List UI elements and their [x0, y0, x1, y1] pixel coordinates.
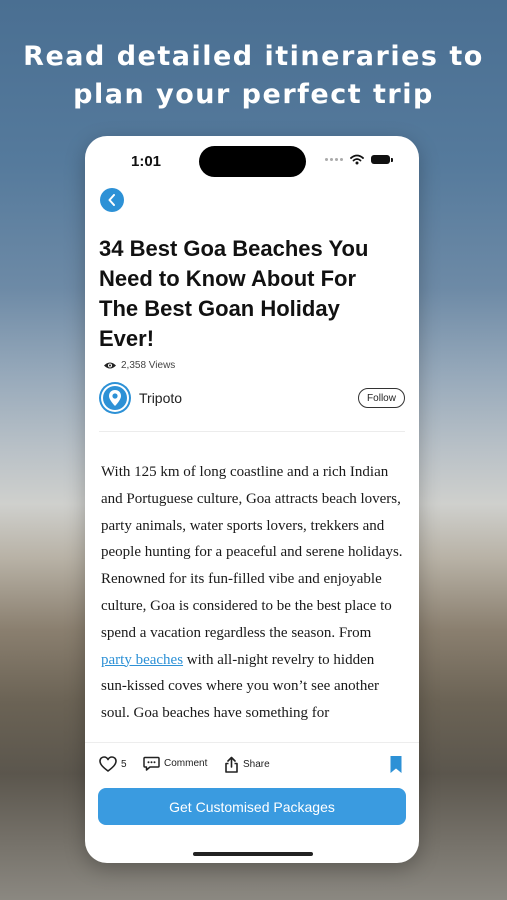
author-name[interactable]: Tripoto: [139, 390, 182, 406]
body-text-part-1: With 125 km of long coastline and a rich…: [101, 464, 403, 641]
comment-button[interactable]: Comment: [143, 756, 207, 771]
views-label: 2,358 Views: [121, 360, 176, 371]
party-beaches-link[interactable]: party beaches: [101, 652, 183, 668]
battery-icon: [371, 155, 393, 164]
home-indicator: [193, 852, 313, 856]
get-customised-packages-button[interactable]: Get Customised Packages: [98, 788, 406, 825]
author-row: Tripoto Follow: [99, 381, 407, 415]
comment-label: Comment: [164, 758, 208, 769]
views-count: 2,358 Views: [103, 360, 175, 371]
promo-line-1: Read detailed itineraries to: [23, 41, 484, 72]
tripoto-logo-icon[interactable]: [99, 382, 131, 414]
action-bar: 5 Comment Share: [85, 742, 419, 788]
share-icon: [225, 756, 238, 773]
like-count: 5: [121, 758, 127, 770]
article-body: With 125 km of long coastline and a rich…: [101, 459, 403, 742]
phone-screen: 1:01 34 Best Goa Beaches You Need to Kno…: [85, 136, 419, 863]
status-time: 1:01: [131, 153, 162, 170]
follow-button[interactable]: Follow: [358, 388, 405, 408]
wifi-icon: [350, 154, 364, 165]
comment-icon: [143, 756, 160, 771]
share-label: Share: [243, 759, 270, 770]
promo-line-2: plan your perfect trip: [73, 79, 434, 110]
article-title: 34 Best Goa Beaches You Need to Know Abo…: [99, 236, 369, 351]
divider: [99, 431, 405, 432]
status-icons: [325, 154, 393, 165]
chevron-left-icon: [108, 194, 115, 206]
promo-headline: Read detailed itineraries to plan your p…: [0, 38, 507, 114]
like-button[interactable]: 5: [99, 756, 127, 772]
back-button[interactable]: [100, 188, 124, 212]
bookmark-icon: [390, 756, 402, 773]
heart-icon: [99, 756, 117, 772]
share-button[interactable]: Share: [224, 756, 270, 773]
signal-dots-icon: [325, 158, 343, 161]
dynamic-island: [199, 146, 306, 177]
bookmark-button[interactable]: [389, 755, 403, 779]
eye-icon: [104, 362, 116, 369]
